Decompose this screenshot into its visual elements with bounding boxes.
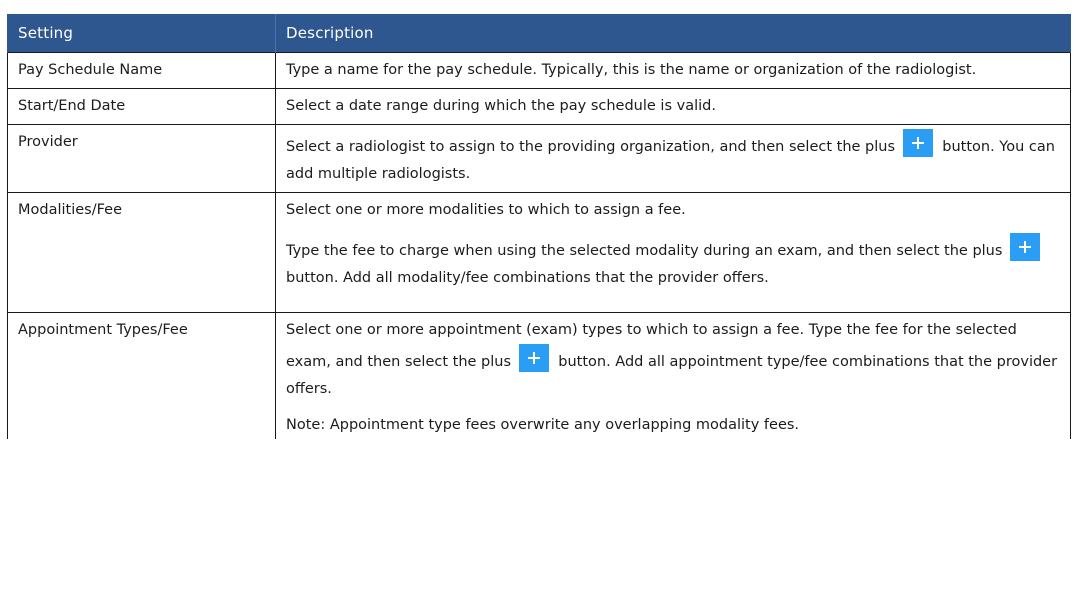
setting-description: Select one or more modalities to which t…	[275, 192, 1071, 313]
description-paragraph: Select a radiologist to assign to the pr…	[286, 129, 1064, 188]
setting-name: Provider	[7, 124, 276, 193]
setting-name: Start/End Date	[7, 88, 276, 125]
setting-name: Appointment Types/Fee	[7, 312, 276, 439]
description-text: Select one or more modalities to which t…	[286, 202, 686, 218]
description-paragraph: Type a name for the pay schedule. Typica…	[286, 57, 1064, 84]
table-header-row: Setting Description	[7, 14, 1071, 53]
table-row: Provider Select a radiologist to assign …	[7, 124, 1071, 193]
description-text: Select a date range during which the pay…	[286, 98, 716, 114]
setting-name: Pay Schedule Name	[7, 52, 276, 89]
description-text: Note: Appointment type fees overwrite an…	[286, 417, 800, 433]
description-column-header: Description	[275, 14, 1071, 53]
plus-icon	[1010, 233, 1041, 261]
description-paragraph: Note: Appointment type fees overwrite an…	[286, 412, 1064, 439]
description-text: Type the fee to charge when using the se…	[286, 243, 1003, 259]
setting-column-header: Setting	[7, 14, 276, 53]
plus-icon	[518, 344, 549, 372]
setting-name: Modalities/Fee	[7, 192, 276, 313]
description-paragraph: Select one or more modalities to which t…	[286, 197, 1064, 224]
description-text: button. Add all modality/fee combination…	[286, 270, 769, 286]
description-paragraph: Type the fee to charge when using the se…	[286, 233, 1064, 292]
table-row: Pay Schedule Name Type a name for the pa…	[7, 52, 1071, 89]
table-row: Start/End Date Select a date range durin…	[7, 88, 1071, 125]
description-paragraph: Select one or more appointment (exam) ty…	[286, 317, 1064, 403]
description-text: Type a name for the pay schedule. Typica…	[286, 62, 977, 78]
table-row: Modalities/Fee Select one or more modali…	[7, 192, 1071, 313]
plus-icon	[902, 129, 933, 157]
description-paragraph: Select a date range during which the pay…	[286, 93, 1064, 120]
settings-table: Setting Description Pay Schedule Name Ty…	[7, 14, 1071, 439]
setting-description: Select a date range during which the pay…	[275, 88, 1071, 125]
setting-description: Select one or more appointment (exam) ty…	[275, 312, 1071, 439]
setting-description: Type a name for the pay schedule. Typica…	[275, 52, 1071, 89]
setting-description: Select a radiologist to assign to the pr…	[275, 124, 1071, 193]
description-text: Select a radiologist to assign to the pr…	[286, 139, 896, 155]
table-row: Appointment Types/Fee Select one or more…	[7, 312, 1071, 439]
